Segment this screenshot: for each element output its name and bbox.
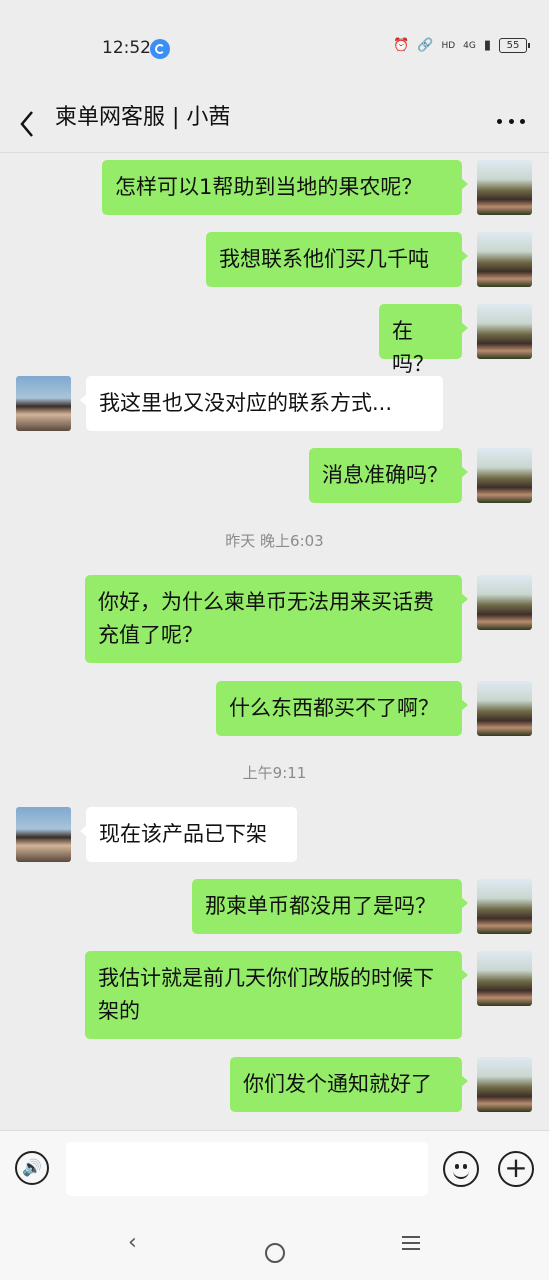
message-bubble-mine[interactable]: 你们发个通知就好了 (230, 1057, 468, 1112)
message-bubble-mine[interactable]: 在吗？ (379, 304, 468, 376)
status-time: 12:52 (102, 38, 151, 58)
message-timestamp: 昨天 晚上6:03 (225, 532, 324, 550)
status-icons: ⏰ 🔗 HD 4G ▮ 55 (393, 38, 530, 53)
my-avatar[interactable] (477, 1057, 532, 1112)
message-input[interactable] (66, 1142, 428, 1196)
sync-icon (150, 39, 170, 59)
my-avatar[interactable] (477, 575, 532, 630)
hd-label: HD (441, 40, 456, 51)
my-avatar[interactable] (477, 951, 532, 1006)
network-label: 4G (463, 40, 476, 51)
battery-icon: 55 (499, 38, 530, 53)
chat-title: 柬单网客服 | 小茜 (55, 105, 231, 130)
link-icon: 🔗 (417, 38, 434, 53)
plus-icon[interactable]: + (498, 1151, 534, 1187)
chat-header: 柬单网客服 | 小茜 (0, 96, 549, 153)
home-icon[interactable] (265, 1243, 285, 1263)
message-bubble-mine[interactable]: 消息准确吗？ (309, 448, 468, 503)
menu-icon[interactable] (402, 1230, 420, 1250)
message-bubble-theirs[interactable]: 现在该产品已下架 (80, 807, 297, 862)
agent-avatar[interactable] (16, 376, 71, 431)
alarm-icon: ⏰ (393, 38, 410, 53)
message-bubble-mine[interactable]: 怎样可以1帮助到当地的果农呢？ (102, 160, 468, 215)
message-bubble-mine[interactable]: 什么东西都买不了啊？ (216, 681, 468, 736)
my-avatar[interactable] (477, 681, 532, 736)
emoji-icon[interactable] (443, 1151, 479, 1187)
chat-messages[interactable]: 怎样可以1帮助到当地的果农呢？ 我想联系他们买几千吨 在吗？ 我这里也又没对应的… (0, 153, 549, 1130)
message-bubble-mine[interactable]: 我想联系他们买几千吨 (206, 232, 468, 287)
message-bubble-theirs[interactable]: 我这里也又没对应的联系方式... (80, 376, 443, 431)
back-arrow-icon[interactable] (14, 104, 42, 144)
message-timestamp: 上午9:11 (242, 764, 307, 782)
input-bar: 🔊 + (0, 1130, 549, 1209)
signal-icon: ▮ (483, 38, 491, 53)
back-icon[interactable]: ‹ (128, 1230, 137, 1255)
my-avatar[interactable] (477, 879, 532, 934)
system-navigation: ‹ (0, 1208, 549, 1280)
more-dots-icon[interactable] (497, 116, 525, 126)
message-bubble-mine[interactable]: 你好，为什么柬单币无法用来买话费充值了呢？ (85, 575, 468, 663)
my-avatar[interactable] (477, 160, 532, 215)
status-bar: 12:52 ⏰ 🔗 HD 4G ▮ 55 (0, 0, 549, 96)
my-avatar[interactable] (477, 304, 532, 359)
agent-avatar[interactable] (16, 807, 71, 862)
my-avatar[interactable] (477, 232, 532, 287)
voice-icon[interactable]: 🔊 (15, 1151, 49, 1185)
message-bubble-mine[interactable]: 我估计就是前几天你们改版的时候下架的 (85, 951, 468, 1039)
my-avatar[interactable] (477, 448, 532, 503)
message-bubble-mine[interactable]: 那柬单币都没用了是吗？ (192, 879, 468, 934)
